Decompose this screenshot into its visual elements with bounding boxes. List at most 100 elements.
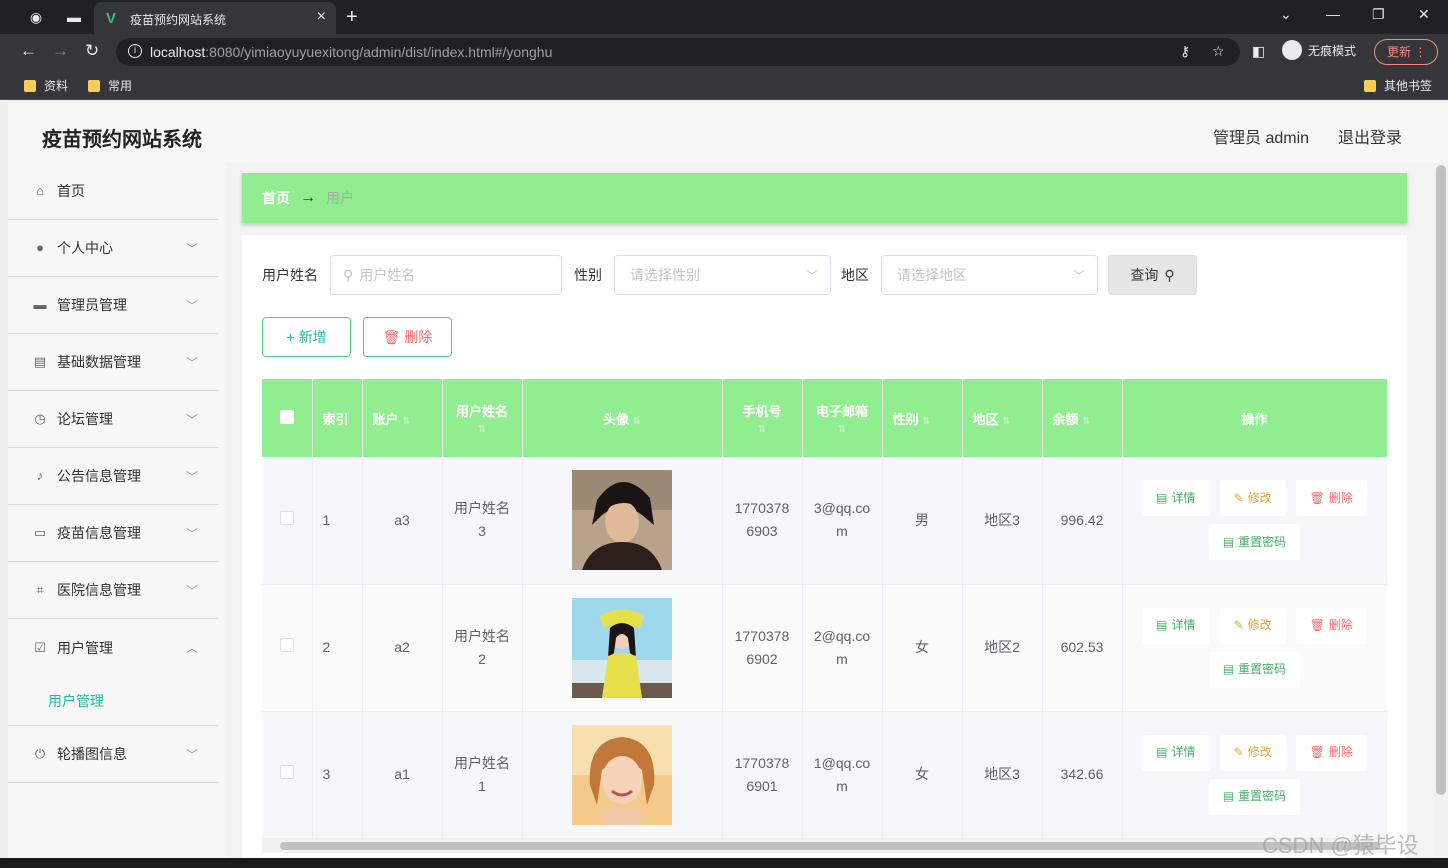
update-button[interactable]: 更新 ⋮ <box>1374 39 1438 65</box>
cell-region: 地区3 <box>962 457 1043 585</box>
folder-icon <box>88 79 100 92</box>
delete-button[interactable]: 🗑 删除 <box>1295 734 1367 771</box>
name-search-input[interactable]: ⚲ 用户姓名 <box>330 255 562 295</box>
sort-icon[interactable]: ⇅ <box>402 416 410 427</box>
sort-icon[interactable]: ⇅ <box>633 416 641 427</box>
back-icon[interactable]: ← <box>20 41 37 61</box>
trash-icon: 🗑 <box>1309 618 1325 632</box>
minimize-icon[interactable]: — <box>1326 6 1340 22</box>
restore-icon[interactable]: ❐ <box>1372 6 1385 23</box>
power-icon: ⏻ <box>34 746 46 761</box>
sidebar-item-profile[interactable]: ● 个人中心 ﹀ <box>8 220 218 277</box>
reload-icon[interactable]: ↻ <box>85 41 99 61</box>
breadcrumb: 首页 → 用户 <box>242 173 1407 223</box>
tab-group-icon[interactable]: ▬ <box>66 9 82 25</box>
sort-icon[interactable]: ⇅ <box>838 424 846 435</box>
table-row: 2 a2 用户姓名2 17703786902 2@qq.com 女 地区2 60… <box>262 584 1387 712</box>
cell-name: 用户姓名2 <box>442 584 523 712</box>
tab-close-icon[interactable]: × <box>317 8 326 26</box>
window-close-icon[interactable]: ✕ <box>1418 6 1430 23</box>
row-checkbox[interactable] <box>279 510 294 525</box>
row-checkbox[interactable] <box>279 638 294 652</box>
sort-icon[interactable]: ⇅ <box>1082 416 1090 427</box>
sidebar: ⌂ 首页 ● 个人中心 ﹀ ▬ 管理员管理 ﹀ ▤ 基础数据管理 ﹀ ◷ 论坛管… <box>8 163 218 868</box>
edit-button[interactable]: ✎ 修改 <box>1219 607 1286 644</box>
forward-icon[interactable]: → <box>52 41 69 61</box>
delete-button[interactable]: 🗑 删除 <box>1295 607 1367 644</box>
header-region[interactable]: 地区 ⇅ <box>962 379 1043 457</box>
sidebar-item-admins[interactable]: ▬ 管理员管理 ﹀ <box>8 277 218 334</box>
incognito-indicator[interactable]: 无痕模式 <box>1282 40 1356 60</box>
reset-password-button[interactable]: ▤ 重置密码 <box>1208 524 1301 561</box>
view-button[interactable]: ▤ 详情 <box>1142 734 1210 771</box>
star-icon[interactable]: ☆ <box>1212 43 1225 60</box>
vertical-scrollbar[interactable] <box>1434 163 1448 868</box>
view-button[interactable]: ▤ 详情 <box>1142 607 1210 644</box>
info-icon[interactable]: i <box>128 44 142 58</box>
globe-icon[interactable]: ◉ <box>28 9 44 25</box>
sidepanel-icon[interactable]: ◧ <box>1252 43 1265 60</box>
address-bar[interactable]: i localhost:8080/yimiaoyuyuexitong/admin… <box>116 38 1240 66</box>
avatar-image <box>572 597 672 698</box>
browser-tab-active[interactable]: V 疫苗预约网站系统 × <box>94 2 336 34</box>
header-balance[interactable]: 余额 ⇅ <box>1042 379 1123 457</box>
header-phone[interactable]: 手机号 ⇅ <box>722 379 803 457</box>
sidebar-item-vaccine[interactable]: ▭ 疫苗信息管理 ﹀ <box>8 505 218 562</box>
sidebar-item-forum[interactable]: ◷ 论坛管理 ﹀ <box>8 391 218 448</box>
sort-icon[interactable]: ⇅ <box>922 416 930 427</box>
main-content: 首页 → 用户 用户姓名 ⚲ 用户姓名 性别 请选择性别 ﹀ 地区 请选择地区 … <box>226 163 1434 868</box>
sidebar-item-basedata[interactable]: ▤ 基础数据管理 ﹀ <box>8 334 218 391</box>
header-avatar[interactable]: 头像 ⇅ <box>522 379 723 457</box>
edit-button[interactable]: ✎ 修改 <box>1219 734 1286 771</box>
sidebar-item-hospital[interactable]: ⌗ 医院信息管理 ﹀ <box>8 562 218 619</box>
row-select-cell[interactable] <box>262 584 313 712</box>
sidebar-item-carousel[interactable]: ⏻ 轮播图信息 ﹀ <box>8 726 218 783</box>
reset-password-button[interactable]: ▤ 重置密码 <box>1208 651 1301 688</box>
browser-toolbar: ← → ↻ i localhost:8080/yimiaoyuyuexitong… <box>0 34 1448 70</box>
key-icon[interactable]: ⚷ <box>1180 43 1190 60</box>
breadcrumb-home[interactable]: 首页 <box>262 188 290 208</box>
gender-select[interactable]: 请选择性别 ﹀ <box>614 255 831 295</box>
row-select-cell[interactable] <box>262 711 313 839</box>
app-title: 疫苗预约网站系统 <box>42 129 202 151</box>
query-button[interactable]: 查询 ⚲ <box>1108 255 1197 295</box>
view-button[interactable]: ▤ 详情 <box>1142 480 1210 517</box>
bookmark-folder[interactable]: 常用 <box>88 77 132 94</box>
row-checkbox[interactable] <box>279 765 294 779</box>
url-text[interactable]: localhost:8080/yimiaoyuyuexitong/admin/d… <box>150 44 552 60</box>
other-bookmarks[interactable]: 其他书签 <box>1364 77 1432 94</box>
header-account[interactable]: 账户 ⇅ <box>362 379 443 457</box>
select-all-cell[interactable] <box>262 379 313 457</box>
header-gender[interactable]: 性别 ⇅ <box>882 379 963 457</box>
new-tab-icon[interactable]: + <box>346 6 358 29</box>
sidebar-item-home[interactable]: ⌂ 首页 <box>8 163 218 220</box>
sidebar-item-users[interactable]: ☑ 用户管理 ︿ <box>8 619 218 676</box>
header-name[interactable]: 用户姓名 ⇅ <box>442 379 523 457</box>
reset-password-button[interactable]: ▤ 重置密码 <box>1208 778 1301 815</box>
cell-account: a3 <box>362 457 443 585</box>
sort-icon[interactable]: ⇅ <box>758 424 766 435</box>
delete-button[interactable]: 🗑 删除 <box>1295 480 1367 517</box>
chevron-down-icon: ﹀ <box>185 356 198 370</box>
folder-icon <box>24 79 36 92</box>
bookmark-folder[interactable]: 资料 <box>24 77 68 94</box>
header-email[interactable]: 电子邮箱 ⇅ <box>802 379 883 457</box>
edit-button[interactable]: ✎ 修改 <box>1219 480 1286 517</box>
vue-favicon-icon: V <box>106 10 117 27</box>
row-select-cell[interactable] <box>262 457 313 585</box>
scrollbar-thumb[interactable] <box>280 842 1380 850</box>
sort-icon[interactable]: ⇅ <box>478 424 486 435</box>
add-button[interactable]: + 新增 <box>262 317 351 357</box>
region-select[interactable]: 请选择地区 ﹀ <box>881 255 1098 295</box>
horizontal-scrollbar[interactable] <box>262 839 1387 853</box>
logout-link[interactable]: 退出登录 <box>1338 124 1402 148</box>
sidebar-subitem-user-management[interactable]: 用户管理 <box>8 676 218 726</box>
select-all-checkbox[interactable] <box>279 409 294 424</box>
batch-delete-button[interactable]: 🗑 删除 <box>363 317 452 357</box>
scrollbar-thumb[interactable] <box>1436 165 1446 795</box>
sort-icon[interactable]: ⇅ <box>1002 416 1010 427</box>
sidebar-item-notice[interactable]: ♪ 公告信息管理 ﹀ <box>8 448 218 505</box>
pencil-icon: ✎ <box>1233 745 1244 759</box>
content-panel: 用户姓名 ⚲ 用户姓名 性别 请选择性别 ﹀ 地区 请选择地区 ﹀ 查询 ⚲ +… <box>242 235 1407 865</box>
chevron-down-icon[interactable]: ⌄ <box>1280 6 1292 23</box>
